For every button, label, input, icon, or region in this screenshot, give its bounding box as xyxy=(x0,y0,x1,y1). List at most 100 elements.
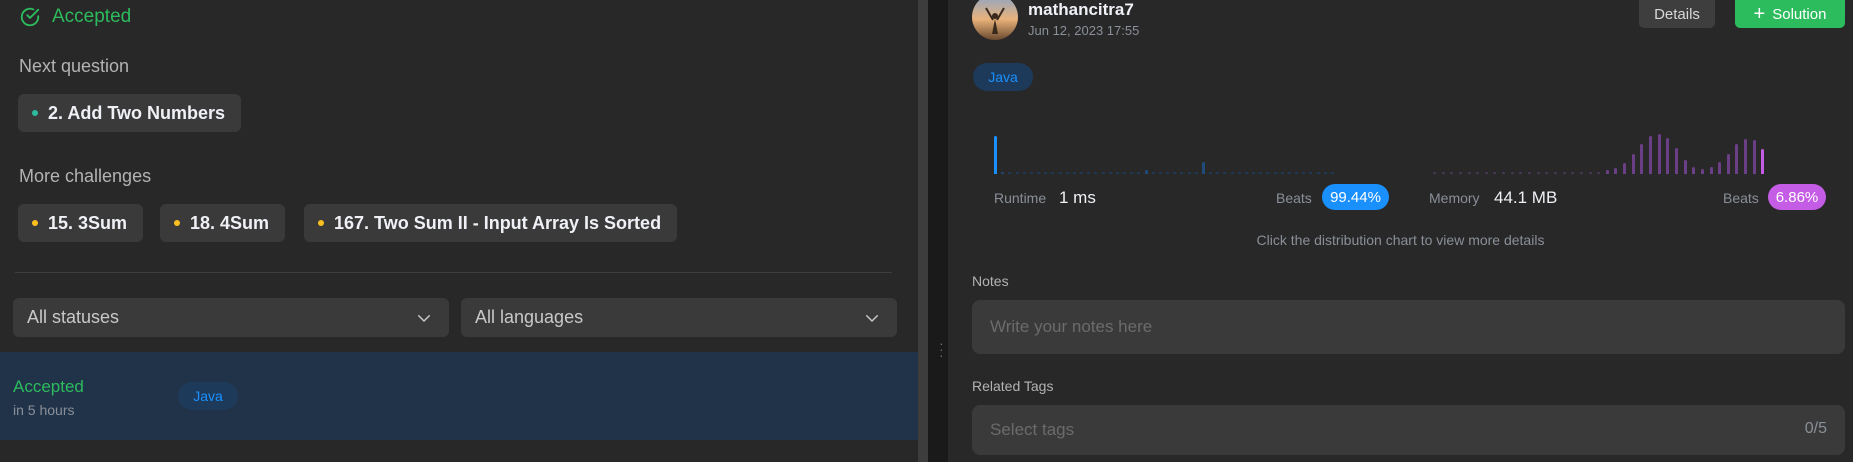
distribution-bar[interactable] xyxy=(1484,172,1488,174)
distribution-bar[interactable] xyxy=(1735,144,1739,174)
runtime-distribution-chart[interactable] xyxy=(994,112,1338,174)
splitter-bar[interactable] xyxy=(918,0,928,462)
distribution-bar[interactable] xyxy=(1709,166,1713,174)
distribution-bar[interactable] xyxy=(1605,170,1609,174)
distribution-bar[interactable] xyxy=(1123,172,1126,174)
distribution-bar[interactable] xyxy=(1087,172,1091,174)
distribution-bar[interactable] xyxy=(1223,172,1227,174)
drag-handle-icon[interactable]: · · · xyxy=(939,336,944,362)
distribution-bar[interactable] xyxy=(1623,163,1627,174)
distribution-bar[interactable] xyxy=(1295,172,1298,174)
distribution-bar[interactable] xyxy=(1108,172,1112,174)
distribution-bar[interactable] xyxy=(1458,172,1462,174)
distribution-bar[interactable] xyxy=(1151,172,1155,174)
distribution-bar[interactable] xyxy=(1287,172,1291,174)
distribution-bar[interactable] xyxy=(1115,172,1119,174)
distribution-bar[interactable] xyxy=(1553,172,1557,174)
solution-button[interactable]: + Solution xyxy=(1735,0,1845,28)
distribution-bar[interactable] xyxy=(1726,153,1730,174)
distribution-bar[interactable] xyxy=(1649,136,1653,174)
distribution-bar[interactable] xyxy=(1001,171,1005,174)
distribution-bar[interactable] xyxy=(1037,172,1040,174)
distribution-bar[interactable] xyxy=(1230,172,1234,174)
distribution-bar[interactable] xyxy=(1237,172,1241,174)
distribution-bar[interactable] xyxy=(1309,172,1313,174)
distribution-bar[interactable] xyxy=(1130,172,1134,174)
distribution-bar[interactable] xyxy=(1761,148,1765,174)
distribution-bar[interactable] xyxy=(1579,172,1583,174)
challenge-chip[interactable]: 15. 3Sum xyxy=(18,204,144,242)
distribution-bar[interactable] xyxy=(1029,172,1033,174)
distribution-bar[interactable] xyxy=(1280,172,1284,174)
distribution-bar[interactable] xyxy=(1441,172,1445,174)
distribution-bar[interactable] xyxy=(1597,172,1601,174)
distribution-bar[interactable] xyxy=(1493,172,1497,174)
distribution-bar[interactable] xyxy=(1657,134,1661,174)
distribution-bar[interactable] xyxy=(1051,172,1055,174)
distribution-bar[interactable] xyxy=(1080,172,1083,174)
avatar[interactable] xyxy=(972,0,1018,40)
distribution-bar[interactable] xyxy=(1700,169,1704,174)
distribution-bar[interactable] xyxy=(1015,172,1019,174)
distribution-bar[interactable] xyxy=(1752,139,1756,174)
distribution-bar[interactable] xyxy=(1180,172,1184,174)
distribution-bar[interactable] xyxy=(1044,172,1048,174)
distribution-bar[interactable] xyxy=(1718,161,1722,174)
distribution-bar[interactable] xyxy=(1259,172,1263,174)
distribution-bar[interactable] xyxy=(1266,172,1270,174)
distribution-bar[interactable] xyxy=(1744,139,1748,174)
distribution-bar[interactable] xyxy=(1158,172,1162,174)
distribution-bar[interactable] xyxy=(1330,172,1334,174)
distribution-bar[interactable] xyxy=(1562,172,1566,174)
distribution-bar[interactable] xyxy=(1137,172,1141,174)
distribution-bar[interactable] xyxy=(1302,172,1306,174)
distribution-bar[interactable] xyxy=(1692,166,1696,174)
distribution-bar[interactable] xyxy=(1008,172,1012,174)
distribution-bar[interactable] xyxy=(1058,172,1062,174)
distribution-bar[interactable] xyxy=(1252,172,1255,174)
distribution-bar[interactable] xyxy=(1536,172,1540,174)
distribution-bar[interactable] xyxy=(1588,172,1592,174)
distribution-bar[interactable] xyxy=(1072,172,1076,174)
distribution-bar[interactable] xyxy=(1216,172,1220,174)
distribution-bar[interactable] xyxy=(1674,147,1678,174)
distribution-bar[interactable] xyxy=(1144,169,1148,174)
distribution-bar[interactable] xyxy=(1244,172,1248,174)
distribution-bar[interactable] xyxy=(1510,172,1514,174)
distribution-bar[interactable] xyxy=(1101,172,1105,174)
status-filter-select[interactable]: All statuses xyxy=(13,298,449,337)
distribution-bar[interactable] xyxy=(1173,172,1177,174)
distribution-bar[interactable] xyxy=(1273,172,1277,174)
distribution-bar[interactable] xyxy=(1545,172,1549,174)
distribution-bar[interactable] xyxy=(1631,154,1635,174)
distribution-bar[interactable] xyxy=(1476,172,1480,174)
language-filter-select[interactable]: All languages xyxy=(461,298,897,337)
distribution-bar[interactable] xyxy=(1209,172,1212,174)
distribution-bar[interactable] xyxy=(1666,138,1670,174)
details-button[interactable]: Details xyxy=(1639,0,1715,28)
distribution-bar[interactable] xyxy=(1528,172,1532,174)
distribution-bar[interactable] xyxy=(1519,172,1523,174)
distribution-bar[interactable] xyxy=(1194,172,1198,174)
submission-row[interactable]: Accepted in 5 hours Java xyxy=(0,352,918,440)
challenge-chip[interactable]: 18. 4Sum xyxy=(160,204,286,242)
distribution-bar[interactable] xyxy=(1065,172,1069,174)
distribution-bar[interactable] xyxy=(1450,172,1454,174)
distribution-bar[interactable] xyxy=(994,135,997,174)
distribution-bar[interactable] xyxy=(1094,172,1098,174)
distribution-bar[interactable] xyxy=(1640,144,1644,174)
distribution-bar[interactable] xyxy=(1683,159,1687,174)
distribution-bar[interactable] xyxy=(1571,172,1575,174)
distribution-bar[interactable] xyxy=(1502,172,1506,174)
memory-distribution-chart[interactable] xyxy=(1433,112,1770,174)
distribution-bar[interactable] xyxy=(1201,162,1205,174)
distribution-bar[interactable] xyxy=(1323,172,1327,174)
notes-input[interactable] xyxy=(972,300,1845,354)
distribution-bar[interactable] xyxy=(1187,172,1191,174)
distribution-bar[interactable] xyxy=(1316,172,1320,174)
panel-splitter[interactable]: · · · xyxy=(918,0,948,462)
tags-input[interactable] xyxy=(972,405,1845,455)
distribution-bar[interactable] xyxy=(1614,167,1618,174)
next-question-chip[interactable]: 2. Add Two Numbers xyxy=(18,94,242,132)
username[interactable]: mathancitra7 xyxy=(1028,0,1134,20)
